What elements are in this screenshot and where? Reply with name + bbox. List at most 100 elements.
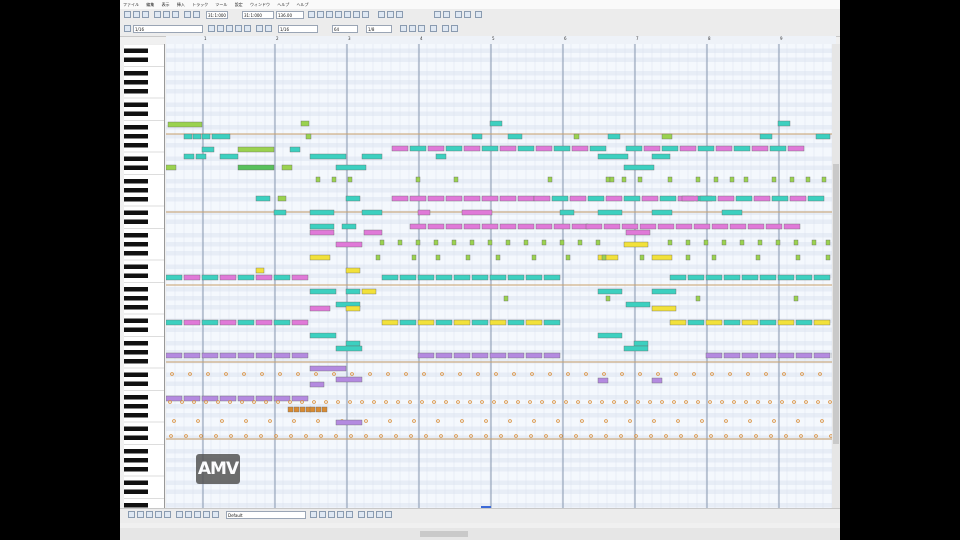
rest-icon[interactable] — [265, 25, 272, 32]
note-block — [453, 176, 459, 183]
solo-icon[interactable] — [451, 25, 458, 32]
note-block — [595, 239, 601, 246]
mute-icon[interactable] — [442, 25, 449, 32]
menu-view[interactable]: 表示 — [162, 2, 170, 7]
note-block — [471, 352, 489, 359]
play-marker-icon[interactable] — [400, 25, 407, 32]
black-key — [124, 89, 148, 94]
track-select[interactable]: 1/16 — [133, 25, 203, 33]
black-key — [124, 372, 148, 377]
snap-select[interactable]: 1/16 — [278, 25, 318, 33]
zoom-in-icon[interactable] — [434, 11, 441, 18]
rewind-icon[interactable] — [308, 11, 315, 18]
record-icon[interactable] — [335, 11, 342, 18]
arrow-right-icon[interactable] — [337, 511, 344, 518]
horizontal-scroll-thumb[interactable] — [420, 531, 468, 537]
redo-icon[interactable] — [193, 11, 200, 18]
menu-file[interactable]: ファイル — [123, 2, 139, 7]
paste-icon[interactable] — [172, 11, 179, 18]
pencil-icon[interactable] — [387, 11, 394, 18]
select-all-icon[interactable] — [217, 25, 224, 32]
add-icon[interactable] — [310, 511, 317, 518]
eraser-icon[interactable] — [396, 11, 403, 18]
curve-tool-icon[interactable] — [155, 511, 162, 518]
scale-icon[interactable] — [418, 25, 425, 32]
menu-settings[interactable]: 設定 — [235, 2, 243, 7]
fill-tool-icon[interactable] — [212, 511, 219, 518]
note-block — [723, 319, 741, 326]
arrow-left-icon[interactable] — [328, 511, 335, 518]
menu-tools[interactable]: ツール — [215, 2, 227, 7]
note-block — [747, 223, 765, 230]
note-block — [391, 145, 409, 152]
select-tool-icon[interactable] — [194, 511, 201, 518]
eraser-tool-icon[interactable] — [164, 511, 171, 518]
note-block — [463, 195, 481, 202]
chord-icon[interactable] — [409, 25, 416, 32]
note-grid-canvas[interactable] — [166, 44, 836, 508]
menu-insert[interactable]: 挿入 — [177, 2, 185, 7]
note-edit-icon[interactable] — [358, 511, 365, 518]
velocity-field[interactable]: 64 — [332, 25, 358, 33]
undo-icon[interactable] — [184, 11, 191, 18]
horizontal-scrollbar[interactable] — [120, 528, 840, 540]
zoom-out-icon[interactable] — [443, 11, 450, 18]
stop-icon[interactable] — [326, 11, 333, 18]
flag-icon[interactable] — [346, 511, 353, 518]
zoom-tool-icon[interactable] — [176, 511, 183, 518]
note-block — [166, 319, 183, 326]
menu-track[interactable]: トラック — [192, 2, 208, 7]
pencil-tool-icon[interactable] — [137, 511, 144, 518]
new-file-icon[interactable] — [124, 11, 131, 18]
note-block — [341, 223, 357, 230]
tempo-field[interactable]: 136.00 — [276, 11, 304, 19]
copy-icon[interactable] — [163, 11, 170, 18]
play-icon[interactable] — [317, 11, 324, 18]
grid-icon[interactable] — [464, 11, 471, 18]
note-icon[interactable] — [256, 25, 263, 32]
note-block — [435, 319, 453, 326]
menu-help-2[interactable]: ヘルプ — [297, 2, 309, 7]
length-field[interactable]: 1/8 — [366, 25, 392, 33]
menu-window[interactable]: ウィンドウ — [250, 2, 270, 7]
note-block — [633, 340, 649, 347]
fast-forward-icon[interactable] — [362, 11, 369, 18]
open-file-icon[interactable] — [133, 11, 140, 18]
loop-icon[interactable] — [344, 11, 351, 18]
pointer-tool-icon[interactable] — [128, 511, 135, 518]
scale-edit-icon[interactable] — [376, 511, 383, 518]
zoom-icon[interactable] — [430, 25, 437, 32]
note-block — [643, 145, 661, 152]
piano-keys[interactable] — [124, 43, 164, 508]
tool-preset-select[interactable]: Default — [226, 511, 306, 519]
wand-icon[interactable] — [475, 11, 482, 18]
save-icon[interactable] — [142, 11, 149, 18]
cut-icon[interactable] — [154, 11, 161, 18]
metronome-icon[interactable] — [353, 11, 360, 18]
chord-edit-icon[interactable] — [367, 511, 374, 518]
line-tool-icon[interactable] — [146, 511, 153, 518]
note-grid[interactable] — [166, 44, 836, 508]
note-block — [445, 223, 463, 230]
position-field[interactable]: 31:1:000 — [242, 11, 274, 19]
grid-edit-icon[interactable] — [385, 511, 392, 518]
vertical-scroll-thumb[interactable] — [833, 164, 839, 444]
hand-tool-icon[interactable] — [185, 511, 192, 518]
measure-field[interactable]: 31:1:000 — [206, 11, 228, 19]
brush-tool-icon[interactable] — [203, 511, 210, 518]
transpose-icon[interactable] — [226, 25, 233, 32]
black-key-row — [166, 372, 836, 377]
menu-help[interactable]: ヘルプ — [277, 2, 289, 7]
black-key — [124, 489, 148, 494]
settings-icon[interactable] — [455, 11, 462, 18]
length-icon[interactable] — [244, 25, 251, 32]
menu-edit[interactable]: 編集 — [146, 2, 154, 7]
pointer-icon[interactable] — [378, 11, 385, 18]
warning-icon[interactable] — [319, 511, 326, 518]
vertical-scrollbar[interactable] — [832, 44, 840, 508]
note-block — [597, 332, 623, 339]
velocity-icon[interactable] — [235, 25, 242, 32]
quantize-icon[interactable] — [208, 25, 215, 32]
piano-keyboard[interactable] — [124, 43, 165, 508]
note-block — [237, 319, 255, 326]
